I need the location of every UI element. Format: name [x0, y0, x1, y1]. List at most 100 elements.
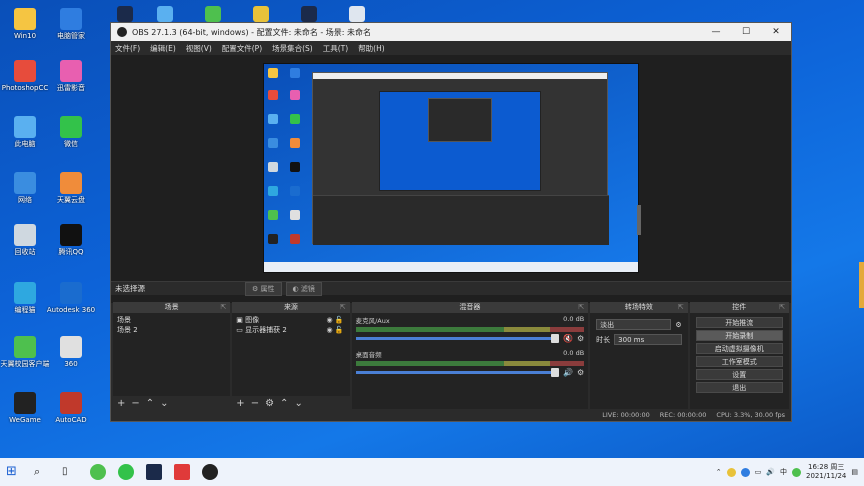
desktop-icon-top-4[interactable] — [236, 4, 286, 24]
filters-button[interactable]: ◐ 滤镜 — [285, 281, 322, 296]
windows-start-icon[interactable]: ⊞ — [6, 464, 22, 480]
mixer-dock-header: 混音器 ⇱ — [351, 302, 589, 313]
task-view-icon[interactable]: ▯ — [62, 464, 78, 480]
remove-icon[interactable]: − — [131, 398, 139, 409]
desktop-icon-label: AutoCAD — [55, 416, 87, 424]
start-recording-button[interactable]: 开始录制 — [695, 330, 783, 341]
obs-window: OBS 27.1.3 (64-bit, windows) - 配置文件: 未命名… — [110, 22, 792, 422]
gear-icon[interactable]: ⚙ — [577, 368, 584, 377]
track-name: 麦克风/Aux — [355, 317, 390, 325]
desktop-icon-this-pc[interactable]: 此电脑 — [0, 114, 50, 160]
desktop-icon-pc-manager[interactable]: 电脑管家 — [46, 6, 96, 52]
add-icon[interactable]: + — [236, 398, 244, 409]
desktop-icon-photoshop[interactable]: PhotoshopCC — [0, 58, 50, 104]
app-360-icon[interactable] — [90, 464, 106, 480]
eye-icon[interactable]: ◉ 🔓 — [327, 315, 344, 325]
desktop-icon-tianyi-campus[interactable]: 天翼校园客户端 — [0, 334, 50, 380]
menu-tools[interactable]: 工具(T) — [323, 43, 348, 54]
app-green-icon[interactable] — [118, 464, 134, 480]
network-icon[interactable]: ▭ — [755, 468, 762, 476]
scene-item[interactable]: 场景 — [115, 315, 228, 325]
track-name: 桌面音频 — [355, 351, 382, 359]
wps-icon[interactable] — [174, 464, 190, 480]
app-tray-icon[interactable] — [792, 467, 802, 477]
preview-scrollbar[interactable] — [637, 205, 641, 235]
gear-icon[interactable]: ⚙ — [265, 398, 274, 409]
desktop-icon-recycle-bin[interactable]: 回收站 — [0, 222, 50, 268]
dock-menu-icon[interactable]: ⇱ — [220, 302, 226, 313]
transition-select[interactable]: 淡出 — [596, 319, 672, 330]
move-down-icon[interactable]: ⌄ — [294, 398, 302, 409]
desktop-icon-tianyi-cloud[interactable]: 天翼云盘 — [46, 170, 96, 216]
desktop-icon-autodesk[interactable]: Autodesk 360 — [46, 280, 96, 326]
close-button[interactable]: ✕ — [761, 27, 791, 37]
speaker-icon[interactable]: 🔊 — [766, 468, 775, 476]
duration-spinbox[interactable]: 300 ms — [614, 334, 682, 345]
menu-edit[interactable]: 编辑(E) — [150, 43, 176, 54]
eye-icon[interactable]: ◉ 🔓 — [327, 325, 344, 335]
source-item[interactable]: ▣ 图像 ◉ 🔓 — [234, 315, 347, 325]
add-icon[interactable]: + — [117, 398, 125, 409]
settings-button[interactable]: 设置 — [695, 369, 783, 380]
menu-help[interactable]: 帮助(H) — [358, 43, 385, 54]
dock-menu-icon[interactable]: ⇱ — [340, 302, 346, 313]
notification-icon[interactable]: ▤ — [851, 468, 858, 476]
photoshop-icon[interactable] — [146, 464, 162, 480]
desktop-icon-top-3[interactable] — [188, 4, 238, 24]
remove-icon[interactable]: − — [251, 398, 259, 409]
scene-item[interactable]: 场景 2 — [115, 325, 228, 335]
move-up-icon[interactable]: ⌃ — [146, 398, 154, 409]
desktop-icon-360[interactable]: 360 — [46, 334, 96, 380]
menu-profile[interactable]: 配置文件(P) — [222, 43, 262, 54]
dock-menu-icon[interactable]: ⇱ — [578, 302, 584, 313]
gear-icon[interactable]: ⚙ — [577, 334, 584, 343]
speaker-icon[interactable]: 🔊 — [563, 368, 573, 377]
speaker-muted-icon[interactable]: 🔇 — [563, 334, 573, 343]
controls-body: 开始推流 开始录制 启动虚拟摄像机 工作室模式 设置 退出 — [689, 313, 789, 410]
preview-canvas[interactable] — [263, 63, 639, 273]
desktop-icon-autocad[interactable]: AutoCAD — [46, 390, 96, 436]
chevron-up-icon[interactable]: ⌃ — [716, 468, 722, 476]
move-down-icon[interactable]: ⌄ — [160, 398, 168, 409]
menu-view[interactable]: 视图(V) — [186, 43, 212, 54]
slider-handle[interactable] — [551, 334, 560, 343]
source-item[interactable]: ▭ 显示器捕获 2 ◉ 🔓 — [234, 325, 347, 335]
minimize-button[interactable]: — — [701, 27, 731, 37]
scenes-toolbar: + − ⌃ ⌄ — [113, 396, 230, 410]
start-streaming-button[interactable]: 开始推流 — [695, 317, 783, 328]
search-icon[interactable]: ⌕ — [34, 464, 50, 480]
desktop-icon-top-6[interactable] — [332, 4, 382, 24]
desktop-icon-xunlei[interactable]: 迅雷影音 — [46, 58, 96, 104]
studio-mode-button[interactable]: 工作室模式 — [695, 356, 783, 367]
gear-icon[interactable]: ⚙ — [675, 321, 681, 329]
dock-menu-icon[interactable]: ⇱ — [779, 302, 785, 313]
maximize-button[interactable]: ☐ — [731, 27, 761, 37]
desktop-icon-wechat[interactable]: 微信 — [46, 114, 96, 160]
desktop-icon-top-2[interactable] — [140, 4, 190, 24]
sources-list: ▣ 图像 ◉ 🔓 ▭ 显示器捕获 2 ◉ 🔓 — [232, 313, 350, 396]
ime-icon[interactable]: 中 — [780, 467, 787, 477]
move-up-icon[interactable]: ⌃ — [280, 398, 288, 409]
volume-slider[interactable] — [355, 334, 560, 343]
shield-icon[interactable] — [740, 467, 750, 477]
volume-slider[interactable] — [355, 368, 560, 377]
computer-icon — [14, 116, 36, 138]
desktop-icon-win10[interactable]: Win10 — [0, 6, 50, 52]
desktop-icon-top-5[interactable] — [284, 4, 334, 24]
obs-icon[interactable] — [202, 464, 218, 480]
slider-handle[interactable] — [551, 368, 560, 377]
clock[interactable]: 16:28 周三 2021/11/24 — [806, 463, 846, 481]
menu-file[interactable]: 文件(F) — [115, 43, 140, 54]
properties-button[interactable]: ⚙ 属性 — [245, 281, 282, 296]
app-tray-icon[interactable] — [726, 467, 736, 477]
menu-scene-collection[interactable]: 场景集合(S) — [272, 43, 313, 54]
side-widget[interactable] — [859, 262, 864, 308]
virtual-camera-button[interactable]: 启动虚拟摄像机 — [695, 343, 783, 354]
shield-icon — [60, 8, 82, 30]
desktop-icon-qq[interactable]: 腾讯QQ — [46, 222, 96, 268]
exit-button[interactable]: 退出 — [695, 382, 783, 393]
dock-menu-icon[interactable]: ⇱ — [678, 302, 684, 313]
desktop-icon-coding[interactable]: 编程猫 — [0, 280, 50, 326]
desktop-icon-wegame[interactable]: WeGame — [0, 390, 50, 436]
desktop-icon-network[interactable]: 网络 — [0, 170, 50, 216]
